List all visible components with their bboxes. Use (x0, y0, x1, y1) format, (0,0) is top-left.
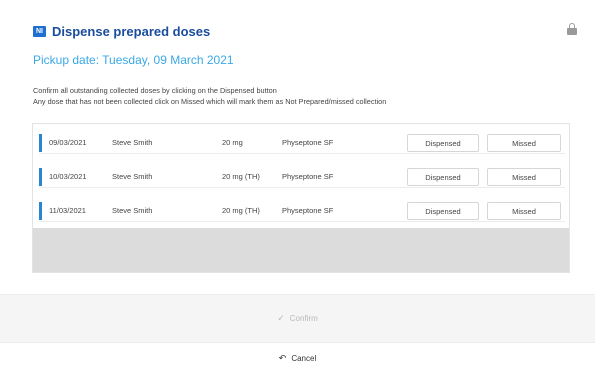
row-marker (39, 134, 42, 152)
dispensed-button[interactable]: Dispensed (407, 202, 479, 220)
empty-list-area (33, 228, 569, 272)
dose-row: 09/03/2021 Steve Smith 20 mg Physeptone … (39, 132, 565, 154)
missed-button[interactable]: Missed (487, 202, 561, 220)
confirm-label: Confirm (289, 314, 318, 323)
check-icon: ✓ (277, 313, 285, 323)
cancel-button[interactable]: ↶ Cancel (0, 342, 595, 374)
patient-name: Steve Smith (112, 172, 153, 181)
drug-name: Physeptone SF (282, 138, 334, 147)
dose-date: 09/03/2021 (49, 138, 87, 147)
dose-date: 10/03/2021 (49, 172, 87, 181)
undo-icon: ↶ (278, 353, 287, 363)
dialog-header: NI Dispense prepared doses (33, 20, 577, 42)
row-marker (39, 168, 42, 186)
instruction-line-1: Confirm all outstanding collected doses … (33, 86, 277, 95)
patient-name: Steve Smith (112, 206, 153, 215)
dispense-dialog: NI Dispense prepared doses Pickup date: … (0, 0, 595, 374)
app-logo-icon: NI (33, 25, 46, 37)
dose-date: 11/03/2021 (49, 206, 86, 215)
cancel-label: Cancel (291, 354, 317, 363)
dispensed-button[interactable]: Dispensed (407, 168, 479, 186)
dose-amount: 20 mg (222, 138, 243, 147)
lock-icon (567, 23, 577, 35)
missed-button[interactable]: Missed (487, 168, 561, 186)
dispensed-button[interactable]: Dispensed (407, 134, 479, 152)
dose-row: 11/03/2021 Steve Smith 20 mg (TH) Physep… (39, 200, 565, 222)
dose-amount: 20 mg (TH) (222, 172, 260, 181)
confirm-button[interactable]: ✓ Confirm (0, 294, 595, 342)
instruction-line-2: Any dose that has not been collected cli… (33, 97, 387, 106)
dialog-title: Dispense prepared doses (52, 23, 211, 39)
drug-name: Physeptone SF (282, 172, 334, 181)
missed-button[interactable]: Missed (487, 134, 561, 152)
pickup-date: Pickup date: Tuesday, 09 March 2021 (33, 53, 234, 67)
dose-amount: 20 mg (TH) (222, 206, 260, 215)
patient-name: Steve Smith (112, 138, 153, 147)
row-marker (39, 202, 42, 220)
dose-row: 10/03/2021 Steve Smith 20 mg (TH) Physep… (39, 166, 565, 188)
doses-list: 09/03/2021 Steve Smith 20 mg Physeptone … (32, 123, 570, 273)
dialog-footer: ✓ Confirm ↶ Cancel (0, 294, 595, 374)
drug-name: Physeptone SF (282, 206, 334, 215)
instructions: Confirm all outstanding collected doses … (33, 85, 578, 107)
